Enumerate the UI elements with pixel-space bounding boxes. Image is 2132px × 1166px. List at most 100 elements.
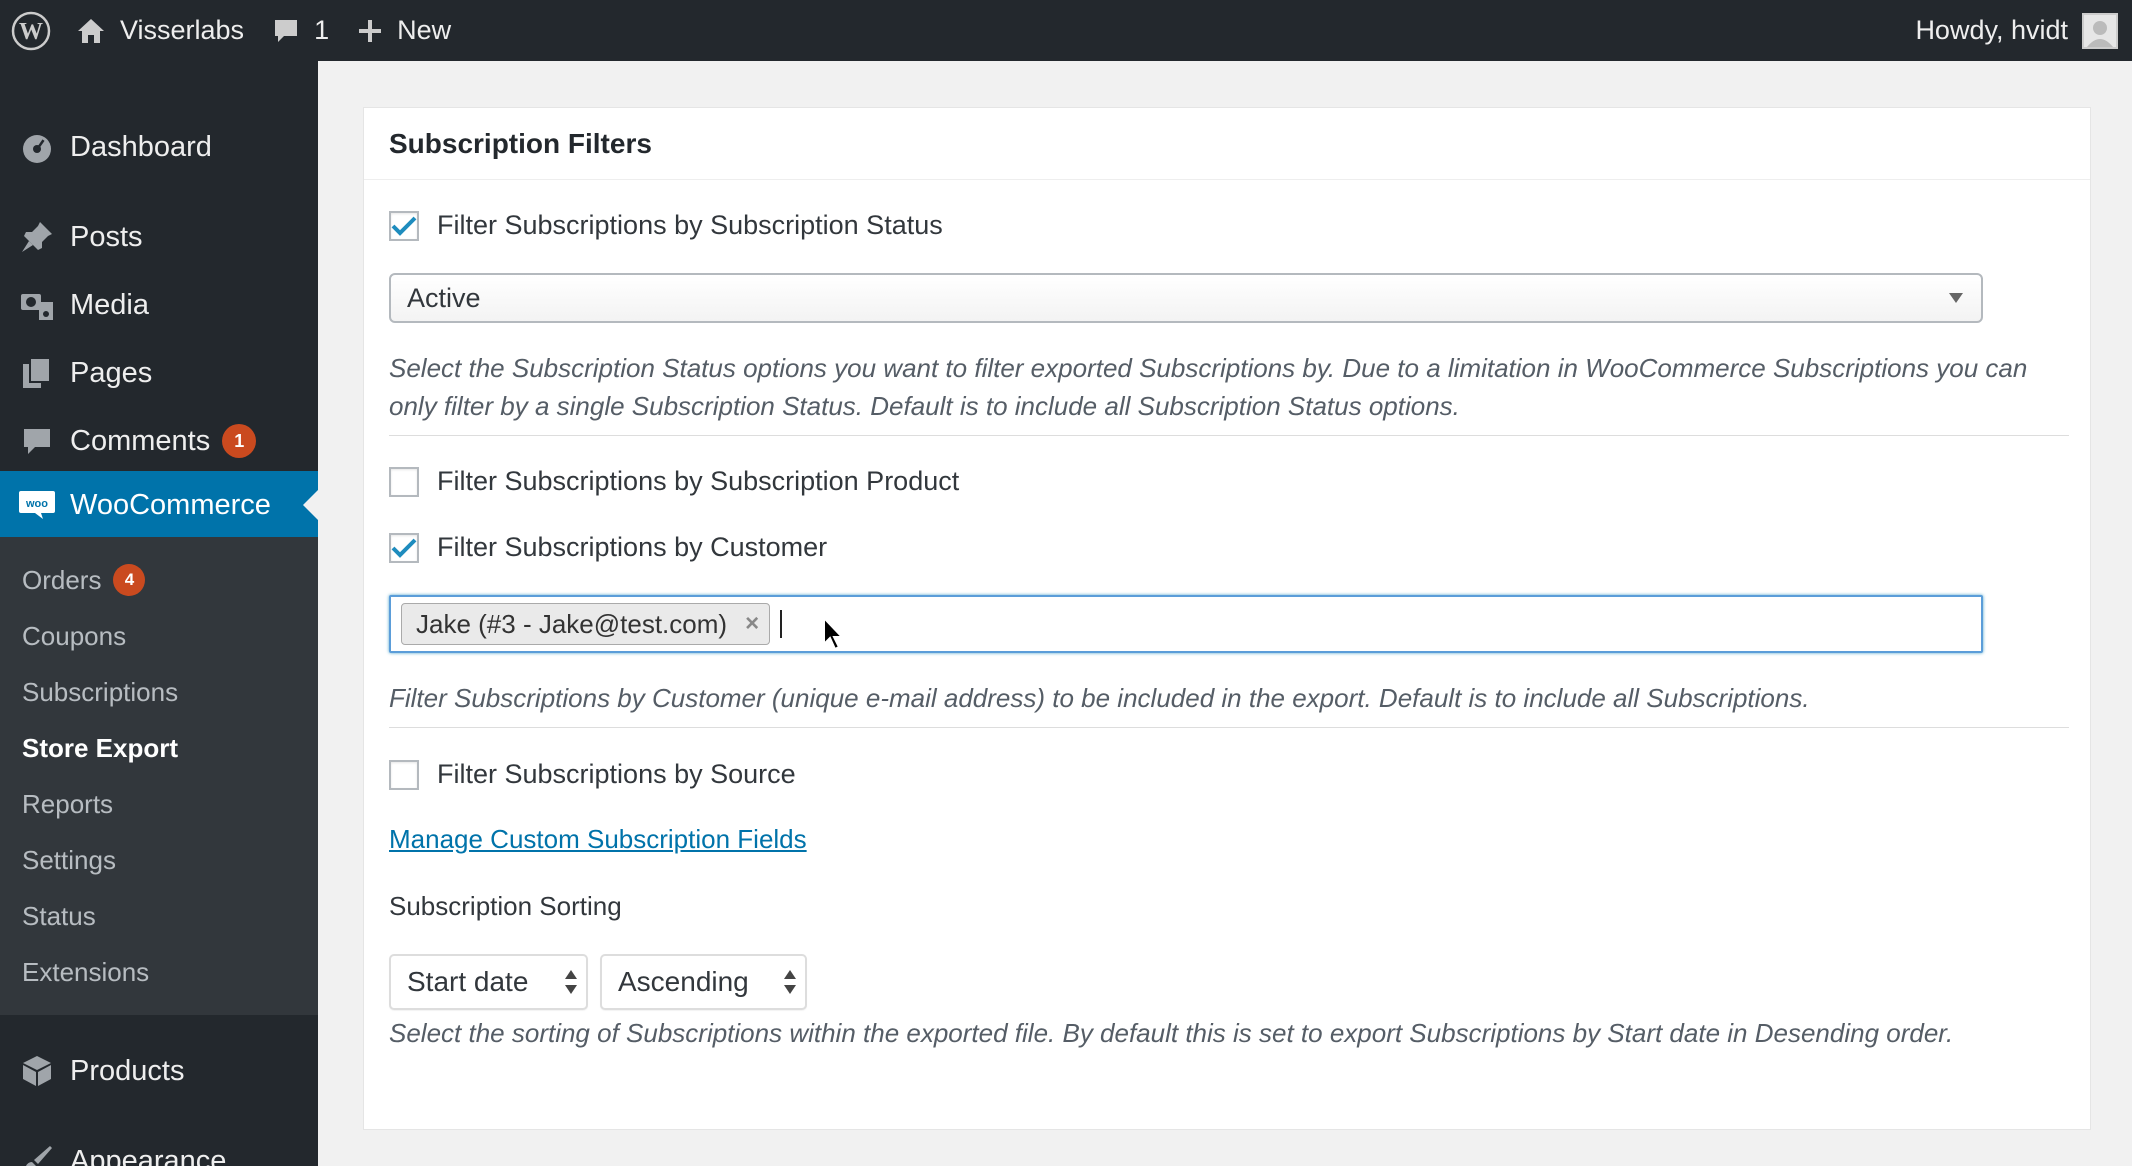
avatar bbox=[2082, 12, 2118, 49]
menu-item-comments[interactable]: Comments 1 bbox=[0, 407, 318, 475]
comments-link[interactable]: 1 bbox=[258, 0, 343, 61]
howdy-text: Howdy, hvidt bbox=[1915, 15, 2068, 45]
manage-custom-fields-link[interactable]: Manage Custom Subscription Fields bbox=[389, 824, 807, 855]
order-value: Ascending bbox=[618, 966, 749, 997]
menu-item-posts[interactable]: Posts bbox=[0, 203, 318, 271]
status-filter-row: Filter Subscriptions by Subscription Sta… bbox=[389, 210, 943, 241]
comment-bubble-icon bbox=[24, 429, 50, 454]
menu-label-pages: Pages bbox=[70, 356, 153, 389]
sorting-description: Select the sorting of Subscriptions with… bbox=[389, 1018, 1954, 1048]
submenu-item-coupons[interactable]: Coupons bbox=[22, 616, 126, 656]
text-caret bbox=[780, 610, 783, 638]
comments-count: 1 bbox=[314, 15, 330, 45]
submenu-item-reports[interactable]: Reports bbox=[22, 784, 113, 824]
mouse-pointer-icon bbox=[823, 616, 845, 651]
new-content-button[interactable]: New bbox=[343, 0, 465, 61]
menu-label-posts: Posts bbox=[70, 220, 143, 253]
plus-icon bbox=[359, 19, 382, 42]
submenu-label-store-export: Store Export bbox=[22, 732, 179, 763]
menu-item-pages[interactable]: Pages bbox=[0, 339, 318, 407]
orderby-select[interactable]: Start date bbox=[389, 954, 588, 1010]
submenu-label-orders: Orders bbox=[22, 564, 102, 595]
panel-title: Subscription Filters bbox=[364, 108, 2090, 180]
updown-arrows-icon bbox=[784, 970, 796, 994]
subscription-status-select[interactable]: Active bbox=[389, 273, 1983, 323]
user-silhouette-icon bbox=[2087, 20, 2113, 47]
submenu-item-subscriptions[interactable]: Subscriptions bbox=[22, 672, 178, 712]
status-filter-label: Filter Subscriptions by Subscription Sta… bbox=[437, 210, 943, 240]
dashboard-gauge-icon bbox=[23, 135, 51, 163]
customer-token-label: Jake (#3 - Jake@test.com) bbox=[416, 608, 728, 639]
submenu-item-status[interactable]: Status bbox=[22, 896, 96, 936]
submenu-item-store-export[interactable]: Store Export bbox=[22, 728, 178, 768]
remove-token-icon[interactable]: × bbox=[745, 610, 759, 638]
site-name: Visserlabs bbox=[120, 15, 245, 45]
checkmark-icon bbox=[391, 216, 417, 236]
woo-icon-text: woo bbox=[25, 498, 48, 510]
submenu-label-reports: Reports bbox=[22, 788, 114, 819]
orderby-value: Start date bbox=[407, 966, 529, 997]
customer-search-input[interactable]: Jake (#3 - Jake@test.com) × bbox=[389, 595, 1983, 653]
product-filter-label: Filter Subscriptions by Subscription Pro… bbox=[437, 466, 960, 496]
customer-filter-row: Filter Subscriptions by Customer bbox=[389, 532, 827, 563]
checkmark-icon bbox=[391, 538, 417, 558]
customer-filter-description: Filter Subscriptions by Customer (unique… bbox=[389, 683, 1810, 713]
status-filter-checkbox[interactable] bbox=[389, 210, 419, 241]
submenu-label-extensions: Extensions bbox=[22, 956, 150, 987]
new-label: New bbox=[397, 15, 452, 45]
woocommerce-logo-icon: woo bbox=[19, 491, 55, 519]
menu-label-appearance: Appearance bbox=[70, 1144, 227, 1166]
menu-item-products[interactable]: Products bbox=[0, 1037, 318, 1105]
product-filter-checkbox[interactable] bbox=[389, 466, 419, 497]
submenu-label-coupons: Coupons bbox=[22, 620, 127, 651]
menu-label-products: Products bbox=[70, 1054, 185, 1087]
submenu-label-status: Status bbox=[22, 900, 96, 931]
svg-text:W: W bbox=[19, 19, 43, 45]
divider bbox=[389, 727, 2069, 728]
menu-label-comments: Comments bbox=[70, 424, 211, 457]
customer-token: Jake (#3 - Jake@test.com) × bbox=[401, 603, 771, 645]
submenu-item-settings[interactable]: Settings bbox=[22, 840, 116, 880]
comments-count-badge: 1 bbox=[222, 424, 257, 458]
wordpress-logo-button[interactable]: W bbox=[0, 0, 62, 61]
products-box-icon bbox=[23, 1056, 51, 1086]
menu-item-dashboard[interactable]: Dashboard bbox=[0, 113, 318, 181]
submenu-item-orders[interactable]: Orders 4 bbox=[22, 560, 146, 600]
pages-icon bbox=[23, 357, 51, 388]
status-filter-description: Select the Subscription Status options y… bbox=[389, 353, 2028, 421]
customer-filter-checkbox[interactable] bbox=[389, 532, 419, 563]
woocommerce-submenu: Orders 4 Coupons Subscriptions Store Exp… bbox=[0, 537, 318, 1015]
sorting-label: Subscription Sorting bbox=[389, 891, 622, 921]
paintbrush-icon bbox=[26, 1146, 52, 1166]
menu-item-woocommerce[interactable]: woo WooCommerce bbox=[0, 471, 318, 539]
customer-filter-label: Filter Subscriptions by Customer bbox=[437, 532, 828, 562]
wordpress-logo-icon: W bbox=[11, 11, 51, 50]
home-icon bbox=[78, 18, 104, 43]
menu-label-dashboard: Dashboard bbox=[70, 130, 212, 163]
menu-label-media: Media bbox=[70, 288, 149, 321]
source-filter-checkbox[interactable] bbox=[389, 759, 419, 790]
order-select[interactable]: Ascending bbox=[600, 954, 807, 1010]
comment-bubble-icon bbox=[275, 19, 298, 42]
subscription-filters-panel: Subscription Filters Filter Subscription… bbox=[363, 107, 2091, 1130]
my-account-menu[interactable]: Howdy, hvidt bbox=[1915, 0, 2118, 61]
subscription-status-value: Active bbox=[407, 282, 481, 313]
menu-item-media[interactable]: Media bbox=[0, 271, 318, 339]
source-filter-label: Filter Subscriptions by Source bbox=[437, 759, 796, 789]
site-name-link[interactable]: Visserlabs bbox=[62, 0, 258, 61]
media-icon bbox=[21, 294, 53, 320]
source-filter-row: Filter Subscriptions by Source bbox=[389, 759, 796, 790]
product-filter-row: Filter Subscriptions by Subscription Pro… bbox=[389, 466, 959, 497]
orders-count-badge: 4 bbox=[113, 564, 146, 596]
submenu-item-extensions[interactable]: Extensions bbox=[22, 952, 149, 992]
menu-label-woocommerce: WooCommerce bbox=[70, 488, 271, 521]
updown-arrows-icon bbox=[565, 970, 577, 994]
submenu-label-settings: Settings bbox=[22, 844, 116, 875]
menu-item-appearance[interactable]: Appearance bbox=[0, 1127, 318, 1166]
admin-sidebar: Dashboard Posts Media Pages Comments 1 w… bbox=[0, 61, 318, 1166]
divider bbox=[389, 435, 2069, 436]
current-menu-arrow bbox=[303, 490, 318, 520]
dropdown-arrow-icon bbox=[1949, 293, 1963, 303]
pushpin-icon bbox=[22, 222, 52, 252]
admin-bar: W Visserlabs 1 New Howdy, hvidt bbox=[0, 0, 2132, 61]
